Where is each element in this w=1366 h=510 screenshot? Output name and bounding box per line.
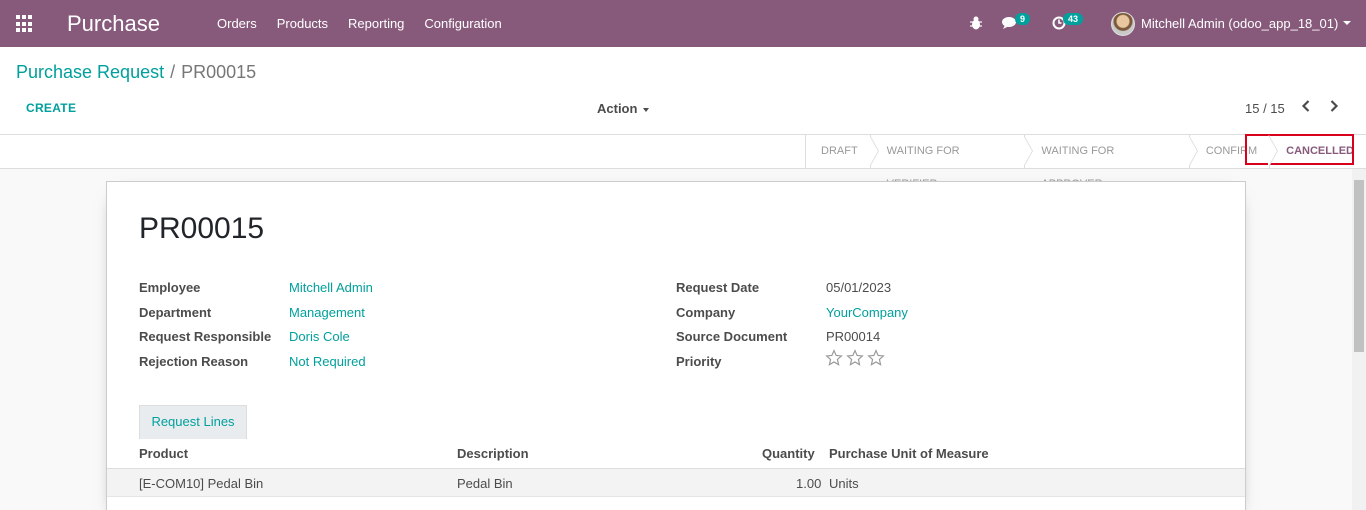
- priority-label: Priority: [676, 354, 722, 369]
- apps-menu-icon[interactable]: [16, 15, 34, 33]
- rejection-reason-label: Rejection Reason: [139, 354, 248, 369]
- stage-label: DRAFT: [821, 145, 858, 157]
- pager-next-icon[interactable]: [1328, 99, 1344, 117]
- cell-quantity: 1.00: [796, 476, 821, 491]
- column-purchase-uom[interactable]: Purchase Unit of Measure: [829, 446, 989, 461]
- top-navbar: Purchase Orders Products Reporting Confi…: [0, 0, 1366, 47]
- column-description[interactable]: Description: [457, 446, 529, 461]
- cell-uom: Units: [829, 476, 859, 491]
- employee-label: Employee: [139, 280, 200, 295]
- star-empty-icon[interactable]: [867, 349, 885, 367]
- request-responsible-label: Request Responsible: [139, 329, 271, 344]
- activities-count-badge: 43: [1063, 13, 1083, 25]
- priority-stars: [825, 349, 885, 367]
- pager-previous-icon[interactable]: [1300, 99, 1316, 117]
- app-name[interactable]: Purchase: [67, 11, 160, 37]
- company-value[interactable]: YourCompany: [826, 305, 908, 320]
- pager-value[interactable]: 15 / 15: [1245, 101, 1285, 116]
- breadcrumb-current: PR00015: [181, 62, 256, 82]
- stage-waiting-for-verifier[interactable]: WAITING FOR VERIFIER: [870, 135, 1025, 168]
- scrollbar-thumb[interactable]: [1354, 180, 1364, 352]
- menu-configuration[interactable]: Configuration: [414, 0, 511, 47]
- user-menu-caret-icon[interactable]: [1343, 21, 1351, 25]
- table-row[interactable]: [E-COM10] Pedal Bin Pedal Bin 1.00 Units: [107, 469, 1245, 497]
- action-dropdown-label: Action: [597, 101, 637, 116]
- column-quantity[interactable]: Quantity: [762, 446, 815, 461]
- cell-description: Pedal Bin: [457, 476, 513, 491]
- request-lines-table: Product Description Quantity Purchase Un…: [107, 439, 1245, 497]
- menu-orders[interactable]: Orders: [207, 0, 267, 47]
- menu-reporting[interactable]: Reporting: [338, 0, 414, 47]
- record-title: PR00015: [139, 212, 264, 246]
- tab-request-lines[interactable]: Request Lines: [139, 405, 247, 439]
- messages-count-badge: 9: [1015, 13, 1030, 25]
- stage-draft[interactable]: DRAFT: [805, 135, 870, 168]
- source-document-label: Source Document: [676, 329, 787, 344]
- stage-label: CONFIRM: [1206, 145, 1257, 157]
- employee-value[interactable]: Mitchell Admin: [289, 280, 373, 295]
- form-sheet: PR00015 Employee Mitchell Admin Departme…: [106, 181, 1246, 510]
- action-dropdown[interactable]: Action: [597, 101, 649, 116]
- department-label: Department: [139, 305, 211, 320]
- breadcrumb: Purchase Request / PR00015: [16, 62, 256, 83]
- breadcrumb-separator: /: [170, 62, 175, 82]
- cell-product: [E-COM10] Pedal Bin: [139, 476, 263, 491]
- star-empty-icon[interactable]: [846, 349, 864, 367]
- stage-cancelled[interactable]: CANCELLED: [1269, 135, 1366, 168]
- request-date-label: Request Date: [676, 280, 759, 295]
- menu-products[interactable]: Products: [267, 0, 338, 47]
- department-value[interactable]: Management: [289, 305, 365, 320]
- create-button[interactable]: CREATE: [16, 100, 86, 116]
- control-panel: Purchase Request / PR00015 CREATE Action 1…: [0, 47, 1366, 135]
- company-label: Company: [676, 305, 735, 320]
- stage-waiting-for-approver[interactable]: WAITING FOR APPROVER: [1024, 135, 1188, 168]
- stage-pipeline: DRAFT WAITING FOR VERIFIER WAITING FOR A…: [805, 135, 1366, 168]
- debug-bug-icon[interactable]: [969, 15, 983, 34]
- user-avatar[interactable]: [1111, 12, 1135, 36]
- request-date-value: 05/01/2023: [826, 280, 891, 295]
- star-empty-icon[interactable]: [825, 349, 843, 367]
- user-menu-name[interactable]: Mitchell Admin (odoo_app_18_01): [1141, 16, 1338, 31]
- table-header: Product Description Quantity Purchase Un…: [107, 439, 1245, 469]
- main-menu: Orders Products Reporting Configuration: [207, 0, 512, 47]
- column-product[interactable]: Product: [139, 446, 188, 461]
- request-responsible-value[interactable]: Doris Cole: [289, 329, 350, 344]
- caret-down-icon: [643, 108, 649, 112]
- stage-confirm[interactable]: CONFIRM: [1189, 135, 1269, 168]
- source-document-value: PR00014: [826, 329, 880, 344]
- status-bar: DRAFT WAITING FOR VERIFIER WAITING FOR A…: [0, 135, 1366, 169]
- breadcrumb-parent-link[interactable]: Purchase Request: [16, 62, 164, 82]
- stage-label: CANCELLED: [1286, 145, 1354, 157]
- rejection-reason-value[interactable]: Not Required: [289, 354, 366, 369]
